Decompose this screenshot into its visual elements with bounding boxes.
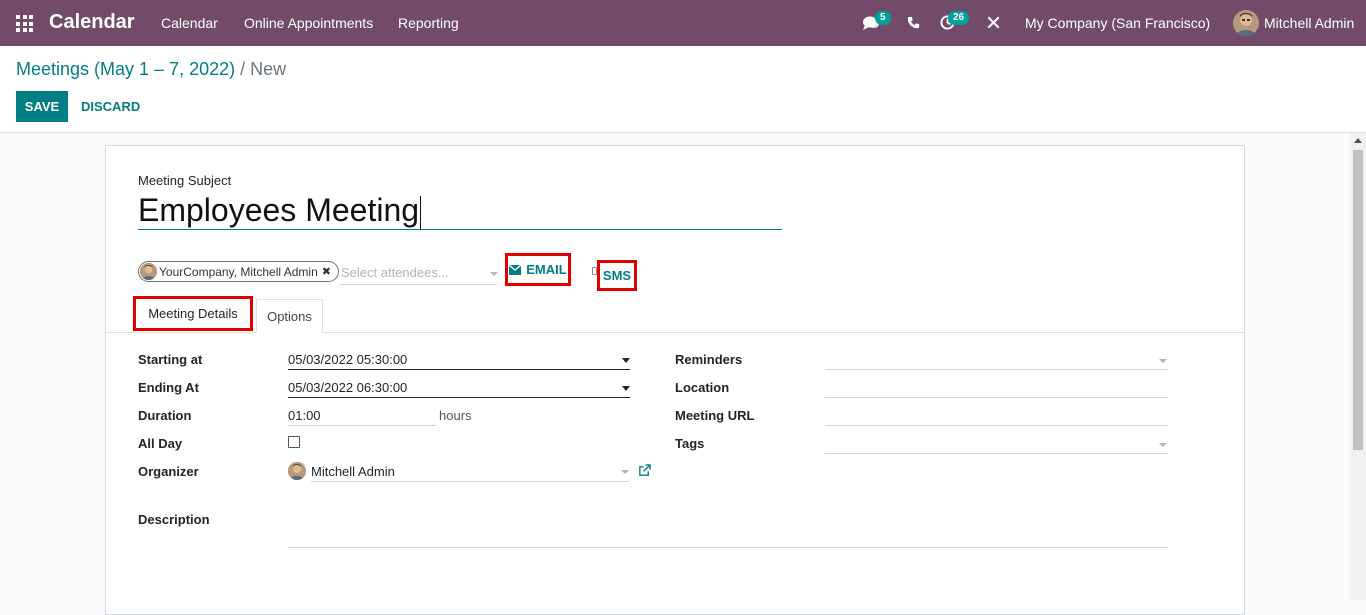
starting-at-input[interactable]: 05/03/2022 05:30:00: [288, 350, 630, 370]
location-input[interactable]: [825, 378, 1168, 398]
scroll-thumb[interactable]: [1353, 150, 1363, 450]
duration-value: 01:00: [288, 408, 321, 423]
tags-dropdown-icon[interactable]: [1159, 443, 1167, 447]
phone-icon[interactable]: [907, 16, 921, 30]
meeting-subject-label: Meeting Subject: [138, 173, 232, 188]
organizer-input[interactable]: Mitchell Admin: [311, 462, 629, 482]
scroll-up-arrow-icon[interactable]: [1354, 138, 1362, 143]
description-label: Description: [138, 512, 210, 527]
email-button-label: EMAIL: [526, 262, 567, 277]
form-sheet: Meeting Subject Employees Meeting YourCo…: [105, 145, 1245, 615]
breadcrumb-separator: /: [240, 59, 246, 79]
sms-button-label: SMS: [602, 268, 632, 283]
attendees-input[interactable]: Select attendees...: [339, 260, 497, 285]
reminders-dropdown-icon[interactable]: [1159, 359, 1167, 363]
ending-at-input[interactable]: 05/03/2022 06:30:00: [288, 378, 630, 398]
menu-calendar[interactable]: Calendar: [161, 15, 218, 31]
all-day-checkbox[interactable]: [288, 436, 300, 448]
reminders-label: Reminders: [675, 352, 743, 367]
attendee-tag[interactable]: YourCompany, Mitchell Admin ✖: [138, 261, 339, 282]
reminders-input[interactable]: [825, 350, 1168, 370]
breadcrumb: Meetings (May 1 – 7, 2022) / New: [16, 59, 286, 80]
location-label: Location: [675, 380, 730, 395]
attendee-tag-label: YourCompany, Mitchell Admin: [159, 264, 318, 279]
duration-unit: hours: [439, 408, 472, 423]
meeting-url-label: Meeting URL: [675, 408, 755, 423]
control-panel: Meetings (May 1 – 7, 2022) / New SAVE DI…: [0, 46, 1366, 133]
starting-at-dropdown-icon[interactable]: [622, 358, 630, 363]
text-cursor: [420, 195, 422, 230]
meeting-subject-value: Employees Meeting: [138, 192, 420, 228]
messages-badge: 5: [875, 11, 891, 25]
save-button[interactable]: SAVE: [16, 91, 68, 122]
description-input[interactable]: [288, 528, 1168, 548]
attendees-dropdown-icon[interactable]: [490, 272, 498, 276]
envelope-icon: [509, 264, 522, 275]
breadcrumb-meetings[interactable]: Meetings (May 1 – 7, 2022): [16, 59, 235, 79]
apps-grid-icon[interactable]: [16, 15, 33, 32]
starting-at-value: 05/03/2022 05:30:00: [288, 352, 408, 367]
email-button[interactable]: EMAIL: [505, 253, 571, 286]
meeting-subject-input[interactable]: Employees Meeting: [138, 190, 782, 230]
tools-icon[interactable]: [987, 16, 1001, 30]
ending-at-dropdown-icon[interactable]: [622, 386, 630, 391]
ending-at-value: 05/03/2022 06:30:00: [288, 380, 408, 395]
menu-online-appointments[interactable]: Online Appointments: [244, 15, 373, 31]
tags-input[interactable]: [825, 434, 1168, 454]
breadcrumb-current: New: [250, 59, 287, 79]
attendee-avatar: [140, 263, 157, 280]
user-menu[interactable]: Mitchell Admin: [1264, 15, 1354, 31]
duration-input[interactable]: 01:00: [288, 406, 436, 426]
tags-label: Tags: [675, 436, 705, 451]
duration-label: Duration: [138, 408, 192, 423]
tab-meeting-details[interactable]: Meeting Details: [133, 296, 253, 331]
starting-at-label: Starting at: [138, 352, 203, 367]
tab-options[interactable]: Options: [256, 299, 323, 333]
ending-at-label: Ending At: [138, 380, 199, 395]
all-day-label: All Day: [138, 436, 183, 451]
organizer-avatar: [288, 462, 306, 480]
organizer-value: Mitchell Admin: [311, 464, 395, 479]
vertical-scrollbar[interactable]: [1350, 133, 1366, 600]
discard-button[interactable]: DISCARD: [81, 99, 140, 114]
organizer-dropdown-icon[interactable]: [621, 470, 629, 474]
meeting-url-input[interactable]: [825, 406, 1168, 426]
top-navbar: Calendar Calendar Online Appointments Re…: [0, 0, 1366, 46]
external-link-icon[interactable]: [638, 464, 652, 478]
company-switcher[interactable]: My Company (San Francisco): [1025, 15, 1210, 31]
sms-button[interactable]: SMS: [597, 260, 637, 291]
organizer-label: Organizer: [138, 464, 199, 479]
user-avatar[interactable]: [1233, 10, 1259, 36]
menu-reporting[interactable]: Reporting: [398, 15, 459, 31]
remove-tag-icon[interactable]: ✖: [322, 265, 331, 278]
activities-badge: 26: [948, 11, 970, 25]
app-title[interactable]: Calendar: [49, 11, 135, 34]
